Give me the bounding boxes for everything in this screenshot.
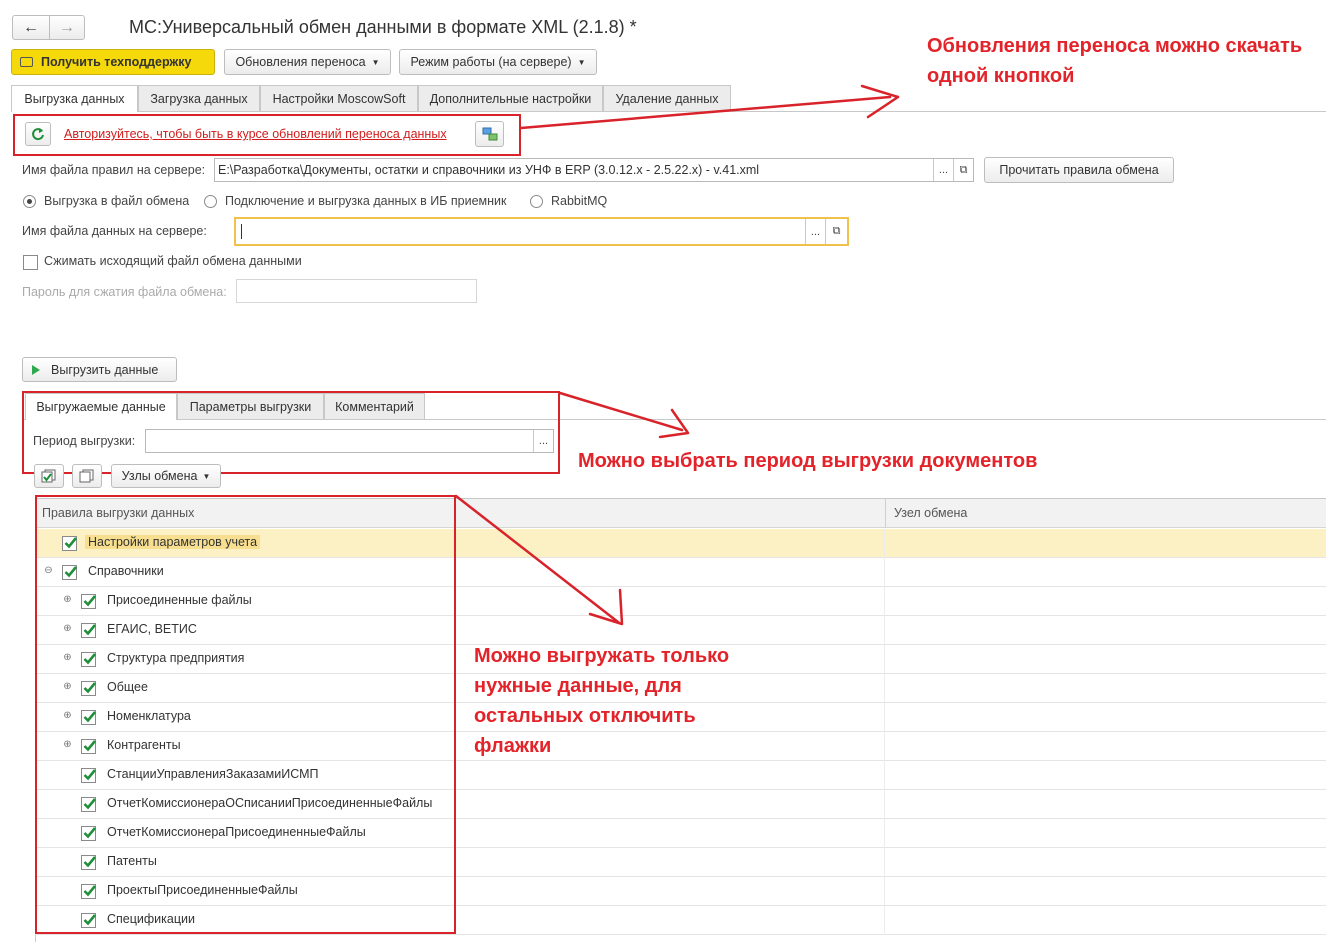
arrow-updates (519, 84, 900, 130)
annotation-arrows (454, 84, 900, 626)
arrow-rules (454, 494, 624, 626)
arrow-period (558, 391, 690, 439)
